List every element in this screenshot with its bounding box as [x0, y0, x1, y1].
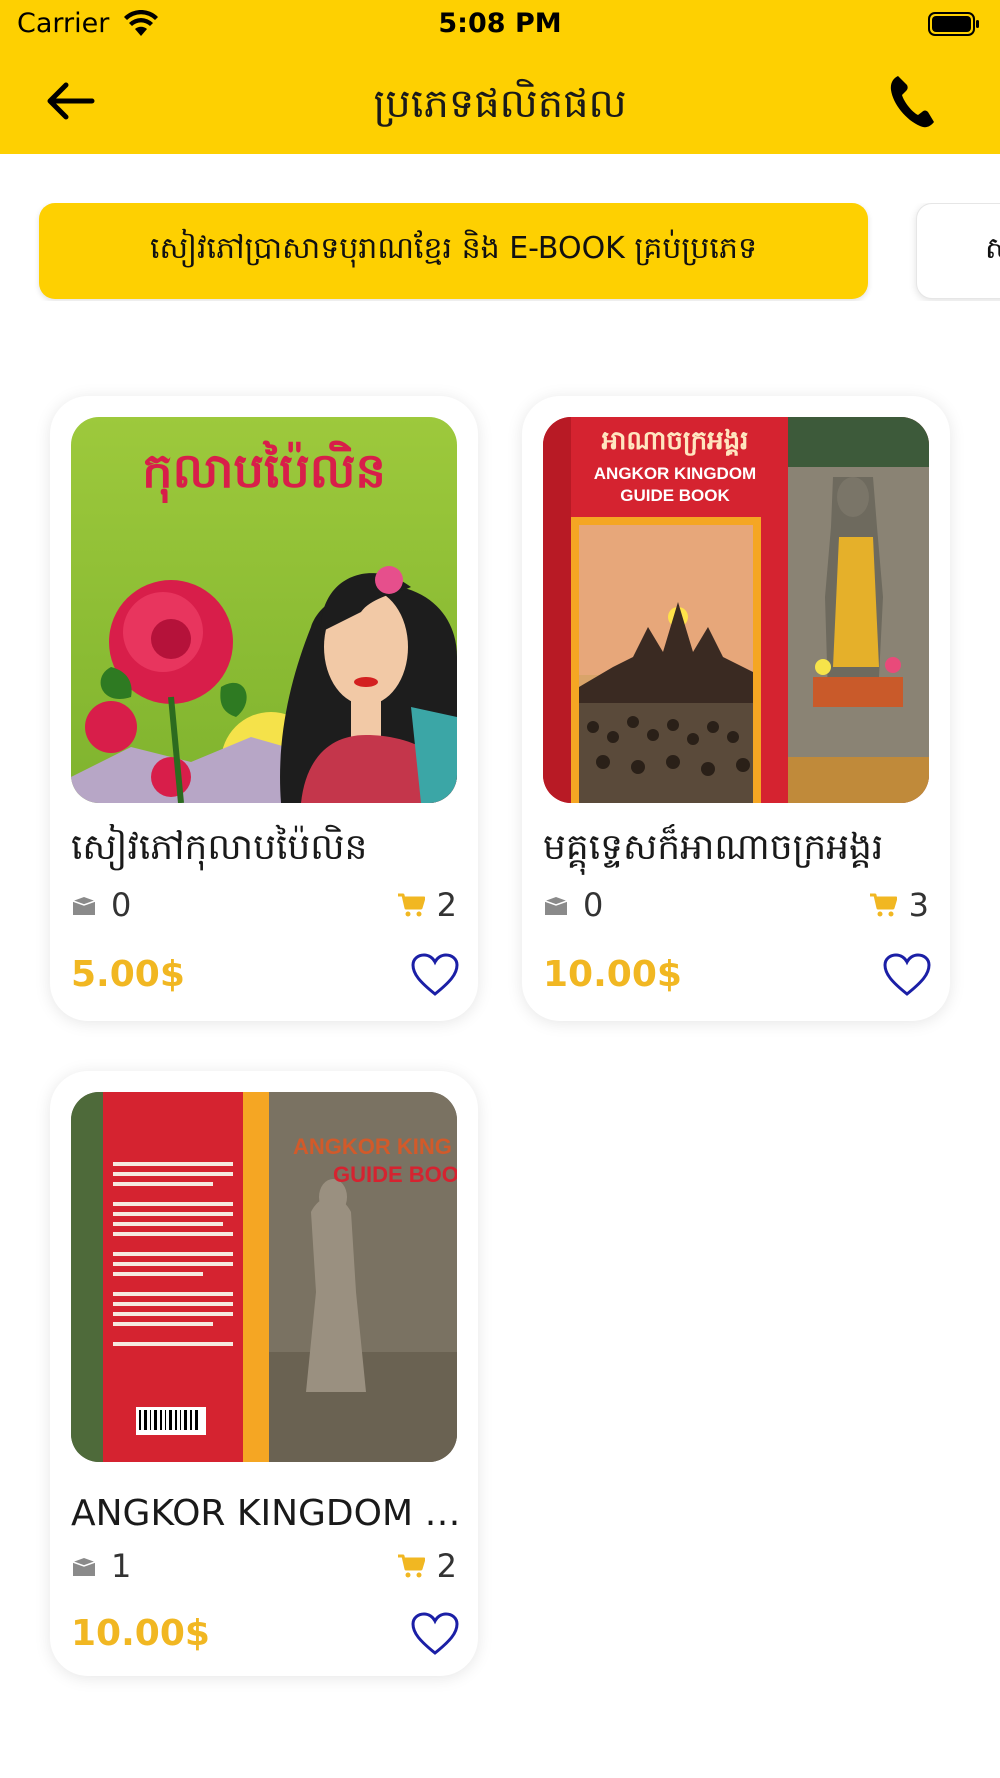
stock-count: 0	[583, 886, 604, 924]
cover-title-text: GUIDE BOOI	[333, 1162, 457, 1187]
product-card[interactable]: ANGKOR KING GUIDE BOOI ANGKOR KINGDOM G.…	[50, 1071, 478, 1676]
app-header: Carrier 5:08 PM ប្រភេទផលិតផល	[0, 0, 1000, 154]
category-chip-label: ស	[985, 231, 1000, 266]
sold-indicator: 2	[397, 1547, 457, 1585]
cart-icon	[869, 893, 897, 917]
product-cover-image: អាណាចក្រអង្គរ ANGKOR KINGDOM GUIDE BOOK	[543, 417, 929, 803]
category-tabs: សៀវភៅប្រាសាទបុរាណខ្មែរ និង E-BOOK គ្រប់ប…	[0, 203, 1000, 301]
product-price: 10.00$	[71, 1613, 210, 1654]
cart-icon	[397, 1554, 425, 1578]
stock-count: 0	[111, 886, 132, 924]
sold-count: 2	[436, 1547, 457, 1585]
sold-count: 2	[436, 886, 457, 924]
phone-icon[interactable]	[888, 72, 938, 130]
back-arrow-icon[interactable]	[42, 79, 98, 123]
stock-indicator: 0	[71, 886, 131, 924]
heart-icon[interactable]	[882, 952, 932, 998]
category-chip-active[interactable]: សៀវភៅប្រាសាទបុរាណខ្មែរ និង E-BOOK គ្រប់ប…	[39, 203, 868, 299]
heart-icon[interactable]	[410, 1611, 460, 1657]
status-bar: Carrier 5:08 PM	[0, 0, 1000, 50]
cart-icon	[397, 893, 425, 917]
product-card[interactable]: អាណាចក្រអង្គរ ANGKOR KINGDOM GUIDE BOOK …	[522, 396, 950, 1021]
stock-indicator: 1	[71, 1547, 131, 1585]
category-chip-label: សៀវភៅប្រាសាទបុរាណខ្មែរ និង E-BOOK គ្រប់ប…	[149, 231, 758, 266]
box-icon	[72, 897, 96, 915]
cover-title-text: អាណាចក្រអង្គរ	[602, 426, 749, 456]
category-chip-next[interactable]: ស	[916, 203, 1000, 299]
sold-indicator: 2	[397, 886, 457, 924]
box-icon	[544, 897, 568, 915]
clock: 5:08 PM	[438, 8, 562, 39]
stock-indicator: 0	[543, 886, 603, 924]
product-name: សៀវភៅកុលាបប៉ៃលិន	[71, 827, 368, 868]
heart-icon[interactable]	[410, 952, 460, 998]
product-price: 10.00$	[543, 954, 682, 995]
product-name: ANGKOR KINGDOM G...	[71, 1493, 461, 1534]
battery-icon	[928, 12, 979, 36]
box-icon	[72, 1558, 96, 1576]
product-card[interactable]: កុលាបប៉ៃលិន សៀវភៅកុលាបប៉ៃលិន 0 2 5.00$	[50, 396, 478, 1021]
page-title: ប្រភេទផលិតផល	[373, 81, 627, 127]
product-cover-image: កុលាបប៉ៃលិន	[71, 417, 457, 803]
cover-subtitle-text: GUIDE BOOK	[620, 486, 730, 505]
sold-count: 3	[908, 886, 929, 924]
cover-title-text: កុលាបប៉ៃលិន	[142, 440, 386, 503]
cover-title-text: ANGKOR KING	[293, 1134, 452, 1159]
product-name: មគ្គុទ្ទេសក៏អាណាចក្រអង្គរ	[543, 827, 884, 868]
product-cover-image: ANGKOR KING GUIDE BOOI	[71, 1092, 457, 1462]
stock-count: 1	[111, 1547, 132, 1585]
product-price: 5.00$	[71, 954, 185, 995]
nav-bar: ប្រភេទផលិតផល	[0, 62, 1000, 140]
sold-indicator: 3	[869, 886, 929, 924]
cover-subtitle-text: ANGKOR KINGDOM	[594, 464, 756, 483]
